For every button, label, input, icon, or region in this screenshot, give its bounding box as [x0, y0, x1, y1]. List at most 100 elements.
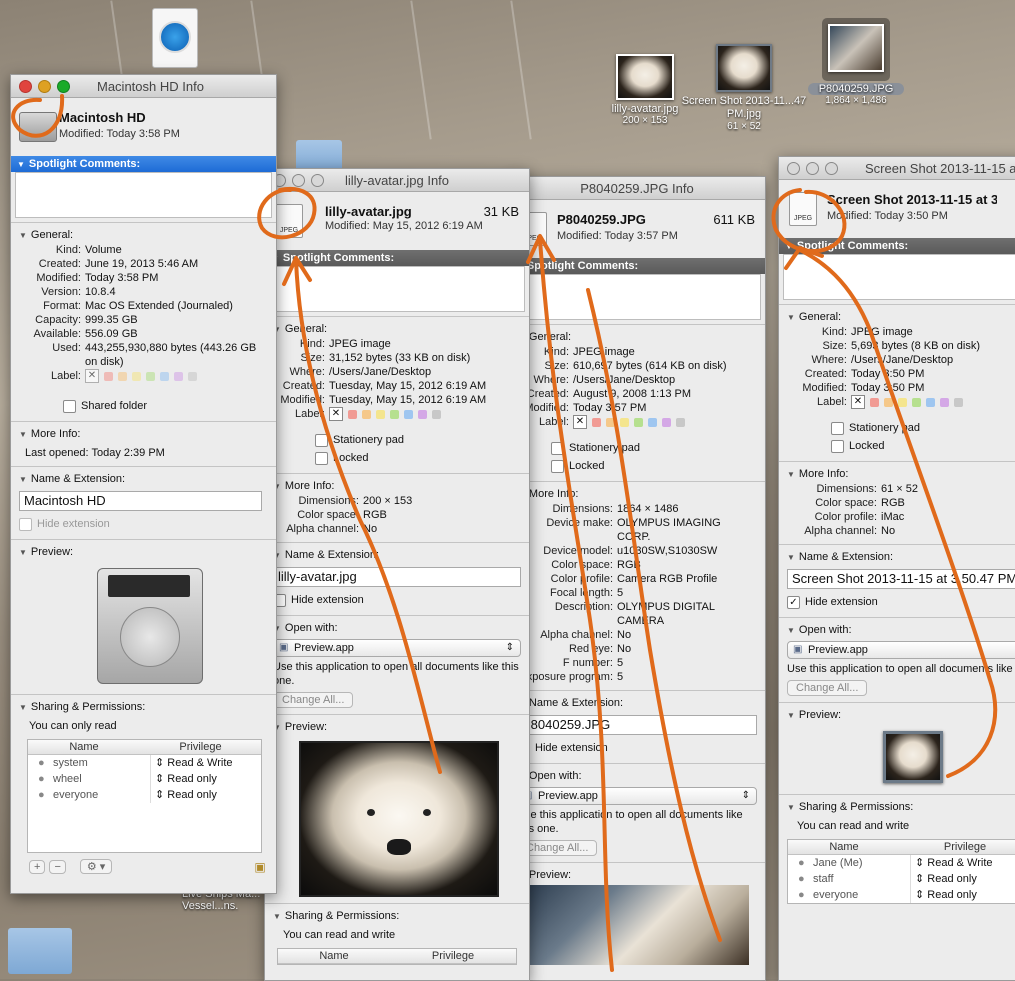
- more-info-section-header[interactable]: ▼More Info:: [787, 466, 1015, 482]
- title-bar[interactable]: Macintosh HD Info: [11, 75, 276, 98]
- label-gray[interactable]: [676, 417, 685, 427]
- permission-row[interactable]: ● everyone ⇕ Read only: [788, 887, 1015, 903]
- more-info-section-header[interactable]: ▼More Info:: [273, 478, 521, 494]
- sharing-section-header[interactable]: ▼ Sharing & Permissions:: [273, 908, 521, 924]
- spotlight-header[interactable]: ▼Spotlight Comments:: [509, 258, 765, 274]
- name-extension-section-header[interactable]: ▼Name & Extension:: [273, 547, 521, 563]
- label-yellow[interactable]: [898, 397, 907, 407]
- checkbox-box[interactable]: [831, 439, 844, 453]
- hide-extension-checkbox[interactable]: Hide extension: [517, 739, 757, 757]
- stationery-pad-checkbox[interactable]: Stationery pad: [787, 419, 1015, 437]
- gear-icon[interactable]: ⚙ ▾: [79, 859, 113, 874]
- locked-checkbox[interactable]: Locked: [273, 449, 521, 467]
- privilege-popup[interactable]: ⇕ Read only: [911, 887, 977, 903]
- safari-document-icon[interactable]: [152, 8, 198, 68]
- sharing-section-header[interactable]: ▼ Sharing & Permissions:: [19, 699, 268, 715]
- checkbox-box[interactable]: [315, 451, 328, 465]
- label-purple[interactable]: [940, 397, 949, 407]
- label-blue[interactable]: [926, 397, 935, 407]
- checkbox-box[interactable]: [551, 441, 564, 455]
- label-blue[interactable]: [160, 371, 169, 381]
- label-gray[interactable]: [188, 371, 197, 381]
- label-orange[interactable]: [884, 397, 893, 407]
- name-field[interactable]: Screen Shot 2013-11-15 at 3.50.47 PM.jpg: [787, 569, 1015, 589]
- desktop-icon-p8040259[interactable]: P8040259.JPG 1,864 × 1,486: [802, 18, 910, 106]
- label-yellow[interactable]: [376, 409, 385, 419]
- no-label-icon[interactable]: ✕: [85, 369, 99, 383]
- close-button[interactable]: [19, 80, 32, 93]
- name-extension-section-header[interactable]: ▼Name & Extension:: [19, 471, 268, 487]
- label-red[interactable]: [104, 371, 113, 381]
- column-header-name[interactable]: Name: [278, 949, 390, 963]
- privilege-popup[interactable]: ⇕ Read & Write: [151, 755, 233, 771]
- column-header-privilege[interactable]: Privilege: [390, 949, 516, 963]
- label-gray[interactable]: [432, 409, 441, 419]
- open-with-popup[interactable]: Preview.app: [273, 639, 521, 657]
- preview-section-header[interactable]: ▼Preview:: [787, 707, 1015, 723]
- checkbox-box[interactable]: [19, 517, 32, 531]
- label-blue[interactable]: [648, 417, 657, 427]
- spotlight-header[interactable]: ▼Spotlight Comments:: [779, 238, 1015, 254]
- checkbox-box[interactable]: [831, 421, 844, 435]
- label-red[interactable]: [348, 409, 357, 419]
- label-purple[interactable]: [174, 371, 183, 381]
- preview-section-header[interactable]: ▼Preview:: [273, 719, 521, 735]
- no-label-icon[interactable]: ✕: [573, 415, 587, 429]
- privilege-popup[interactable]: ⇕ Read only: [151, 787, 217, 803]
- no-label-icon[interactable]: ✕: [851, 395, 865, 409]
- more-info-section-header[interactable]: ▼More Info:: [517, 486, 757, 502]
- general-section-header[interactable]: ▼General:: [19, 227, 268, 243]
- general-section-header[interactable]: ▼General:: [787, 309, 1015, 325]
- open-with-popup[interactable]: Preview.app: [517, 787, 757, 805]
- name-field[interactable]: lilly-avatar.jpg: [273, 567, 521, 587]
- zoom-button[interactable]: [57, 80, 70, 93]
- locked-checkbox[interactable]: Locked: [517, 457, 757, 475]
- permission-row[interactable]: ● system ⇕ Read & Write: [28, 755, 261, 771]
- hide-extension-checkbox[interactable]: Hide extension: [19, 515, 268, 533]
- spotlight-header[interactable]: ▼Spotlight Comments:: [265, 250, 529, 266]
- close-button[interactable]: [787, 162, 800, 175]
- label-picker[interactable]: ✕: [573, 415, 757, 429]
- privilege-popup[interactable]: ⇕ Read & Write: [911, 855, 993, 871]
- open-with-section-header[interactable]: ▼Open with:: [273, 620, 521, 636]
- lock-icon[interactable]: ▣: [254, 860, 265, 874]
- zoom-button[interactable]: [825, 162, 838, 175]
- shared-folder-checkbox[interactable]: Shared folder: [19, 397, 268, 415]
- label-green[interactable]: [912, 397, 921, 407]
- label-picker[interactable]: ✕: [851, 395, 1015, 409]
- change-all-button[interactable]: Change All...: [273, 692, 354, 708]
- label-orange[interactable]: [118, 371, 127, 381]
- label-purple[interactable]: [662, 417, 671, 427]
- stationery-pad-checkbox[interactable]: Stationery pad: [273, 431, 521, 449]
- label-picker[interactable]: ✕: [329, 407, 521, 421]
- stationery-pad-checkbox[interactable]: Stationery pad: [517, 439, 757, 457]
- locked-checkbox[interactable]: Locked: [787, 437, 1015, 455]
- label-gray[interactable]: [954, 397, 963, 407]
- preview-section-header[interactable]: ▼Preview:: [19, 544, 268, 560]
- name-field[interactable]: P8040259.JPG: [517, 715, 757, 735]
- spotlight-comments-field[interactable]: [15, 172, 272, 218]
- privilege-popup[interactable]: ⇕ Read only: [151, 771, 217, 787]
- spotlight-comments-field[interactable]: [269, 266, 525, 312]
- label-red[interactable]: [870, 397, 879, 407]
- spotlight-header[interactable]: ▼Spotlight Comments:: [11, 156, 276, 172]
- general-section-header[interactable]: ▼General:: [273, 321, 521, 337]
- label-orange[interactable]: [606, 417, 615, 427]
- permission-row[interactable]: ● Jane (Me) ⇕ Read & Write: [788, 855, 1015, 871]
- label-yellow[interactable]: [132, 371, 141, 381]
- minimize-button[interactable]: [806, 162, 819, 175]
- open-with-section-header[interactable]: ▼Open with:: [517, 768, 757, 784]
- label-yellow[interactable]: [620, 417, 629, 427]
- label-purple[interactable]: [418, 409, 427, 419]
- title-bar[interactable]: P8040259.JPG Info: [509, 177, 765, 200]
- general-section-header[interactable]: ▼General:: [517, 329, 757, 345]
- spotlight-comments-field[interactable]: [783, 254, 1015, 300]
- column-header-name[interactable]: Name: [28, 740, 140, 754]
- label-green[interactable]: [634, 417, 643, 427]
- label-red[interactable]: [592, 417, 601, 427]
- no-label-icon[interactable]: ✕: [329, 407, 343, 421]
- column-header-name[interactable]: Name: [788, 840, 900, 854]
- title-bar[interactable]: Screen Shot 2013-11-15 at 3.50.47 PM.jpg…: [779, 157, 1015, 180]
- folder-icon[interactable]: [8, 928, 72, 974]
- title-bar[interactable]: lilly-avatar.jpg Info: [265, 169, 529, 192]
